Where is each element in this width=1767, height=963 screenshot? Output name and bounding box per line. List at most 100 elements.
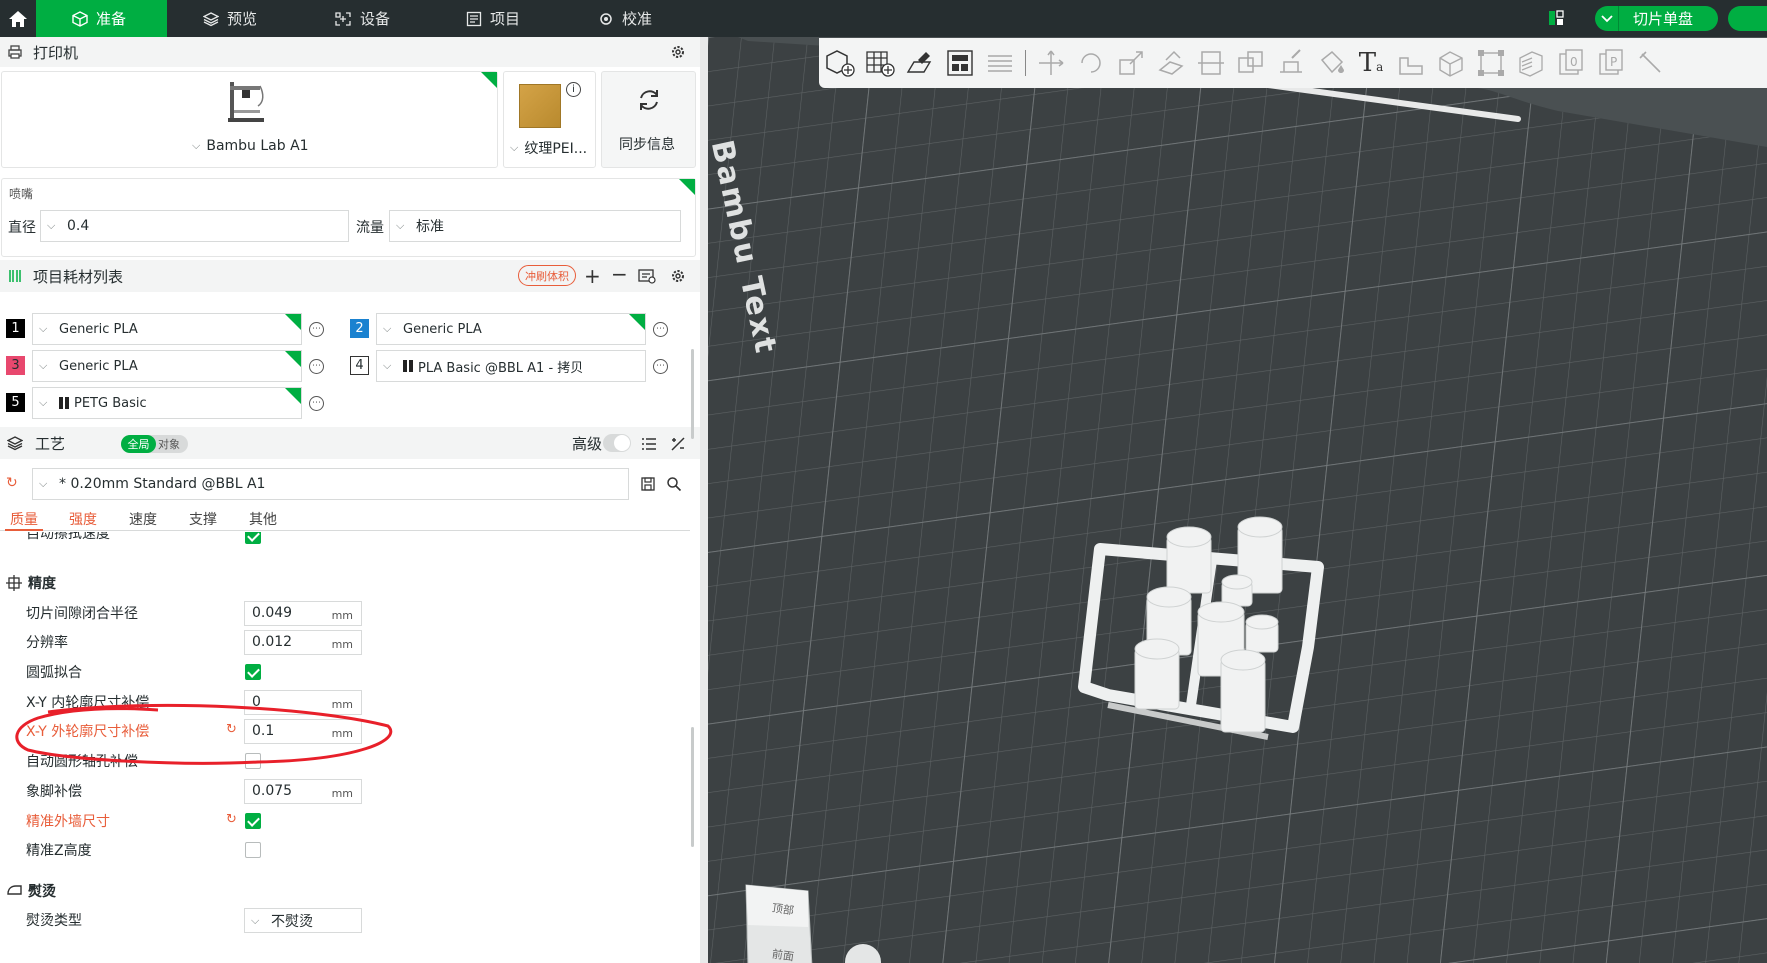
filament-number-badge[interactable]: 4	[350, 356, 369, 375]
toggle-global[interactable]: 全局	[121, 435, 156, 453]
variable-layer-button[interactable]: 0	[1554, 46, 1588, 80]
tab-other[interactable]: 其他	[249, 509, 277, 529]
nozzle-title: 喷嘴	[9, 187, 34, 201]
support-paint-button[interactable]	[1274, 46, 1308, 80]
rotate-button[interactable]	[1074, 46, 1108, 80]
chevron-down-icon: ⌵	[39, 396, 48, 409]
filament-number-badge[interactable]: 1	[6, 319, 25, 338]
ironing-group-title: 熨烫	[28, 884, 56, 900]
precise-wall-checkbox[interactable]	[245, 813, 261, 829]
auto-orient-button[interactable]	[903, 46, 937, 80]
add-filament-icon[interactable]: +	[584, 264, 601, 288]
precise-z-height-checkbox[interactable]	[245, 842, 261, 858]
measure-button[interactable]	[1394, 46, 1428, 80]
add-object-button[interactable]	[823, 46, 857, 80]
list-icon[interactable]	[641, 437, 657, 451]
scrollbar[interactable]	[691, 349, 694, 439]
add-cube-icon	[826, 50, 855, 77]
flush-volume-button[interactable]: 冲刷体积	[518, 265, 576, 286]
global-object-toggle[interactable]: 全局 对象	[121, 435, 188, 453]
layer-view-button[interactable]	[1514, 46, 1548, 80]
text-tool-button[interactable]: Ta	[1354, 46, 1388, 80]
tab-prepare[interactable]: 准备	[36, 0, 167, 37]
scale-button[interactable]	[1114, 46, 1148, 80]
text-tool-icon: Ta	[1358, 48, 1384, 78]
split-plates-button[interactable]	[983, 46, 1017, 80]
elephant-foot-compensation-input[interactable]: 0.075 mm	[244, 779, 362, 804]
more-options-icon[interactable]: ⋯	[653, 322, 668, 337]
arc-fitting-checkbox[interactable]	[245, 664, 261, 680]
nozzle-diameter-select[interactable]: ⌵ 0.4	[40, 210, 349, 242]
plate-settings-button[interactable]: P	[1594, 46, 1628, 80]
chevron-down-icon: ⌵	[192, 139, 201, 152]
gear-icon[interactable]	[670, 268, 686, 284]
tab-preview[interactable]: 预览	[203, 0, 257, 37]
more-tools-button[interactable]	[1634, 46, 1668, 80]
filament-number-badge[interactable]: 5	[6, 393, 25, 412]
printer-card[interactable]: ⌵ Bambu Lab A1	[1, 71, 498, 168]
3d-viewport[interactable]: Bambu Text 顶部 前面	[708, 37, 1767, 963]
checkbox[interactable]	[245, 532, 261, 544]
print-button[interactable]	[1728, 6, 1767, 31]
move-button[interactable]	[1034, 46, 1068, 80]
tab-calibrate[interactable]: 校准	[598, 0, 652, 37]
filament-select[interactable]: ⌵ PLA Basic @BBL A1 - 拷贝	[376, 350, 646, 382]
home-button[interactable]	[0, 0, 36, 37]
layout-toggle[interactable]	[1548, 9, 1564, 31]
tab-support[interactable]: 支撑	[189, 509, 217, 529]
edit-filament-icon[interactable]	[638, 268, 656, 284]
field-value: 0.049	[252, 605, 293, 621]
tab-speed[interactable]: 速度	[129, 509, 157, 529]
save-icon[interactable]	[640, 476, 656, 492]
plate-card[interactable]: i ⌵ 纹理PEI...	[503, 71, 596, 168]
tab-project[interactable]: 项目	[466, 0, 520, 37]
tab-strength[interactable]: 强度	[69, 509, 97, 529]
filament-select[interactable]: ⌵ Generic PLA	[32, 313, 302, 345]
advanced-switch[interactable]	[603, 434, 631, 452]
sync-info-button[interactable]: 同步信息	[601, 71, 696, 168]
compare-icon[interactable]	[670, 436, 686, 452]
filament-select[interactable]: ⌵ PETG Basic	[32, 387, 302, 419]
precision-icon	[6, 575, 22, 591]
setting-label: 分辨率	[26, 635, 68, 651]
filament-select[interactable]: ⌵ Generic PLA	[32, 350, 302, 382]
add-plate-button[interactable]	[863, 46, 897, 80]
filament-select[interactable]: ⌵ Generic PLA	[376, 313, 646, 345]
more-options-icon[interactable]: ⋯	[309, 396, 324, 411]
tab-device[interactable]: 设备	[334, 0, 390, 37]
filament-number-badge[interactable]: 3	[6, 356, 25, 375]
selected-corner-indicator	[481, 72, 497, 88]
more-options-icon[interactable]: ⋯	[309, 359, 324, 374]
search-icon[interactable]	[666, 476, 682, 492]
more-options-icon[interactable]: ⋯	[653, 359, 668, 374]
settings-scroll-area[interactable]: 自动擦拭速度 精度 切片间隙闭合半径 0.049 mm 分辨率 0.012 mm 圆…	[0, 532, 700, 963]
reset-icon[interactable]: ↻	[6, 475, 18, 491]
arrange-button[interactable]	[943, 46, 977, 80]
view-cube[interactable]: 顶部 前面	[736, 877, 826, 963]
paint-bucket-icon	[1320, 50, 1344, 74]
seam-paint-button[interactable]	[1314, 46, 1348, 80]
slice-plate-button[interactable]: 切片单盘	[1595, 6, 1718, 31]
remove-filament-icon[interactable]: −	[611, 262, 628, 286]
process-preset-select[interactable]: ⌵ * 0.20mm Standard @BBL A1	[32, 468, 629, 500]
boolean-button[interactable]	[1234, 46, 1268, 80]
slice-gap-closing-radius-input[interactable]: 0.049 mm	[244, 601, 362, 626]
bounding-box-button[interactable]	[1474, 46, 1508, 80]
nozzle-flow-select[interactable]: ⌵ 标准	[389, 210, 681, 242]
resolution-input[interactable]: 0.012 mm	[244, 630, 362, 655]
ironing-type-select[interactable]: ⌵ 不熨烫	[244, 908, 362, 933]
cut-button[interactable]	[1194, 46, 1228, 80]
lay-on-face-button[interactable]	[1154, 46, 1188, 80]
assembly-button[interactable]	[1434, 46, 1468, 80]
flush-label: 冲刷体积	[525, 269, 569, 283]
info-icon[interactable]: i	[566, 82, 581, 97]
toggle-object[interactable]: 对象	[158, 436, 180, 452]
reset-icon[interactable]: ↻	[226, 812, 237, 827]
chevron-down-icon[interactable]	[1595, 6, 1619, 31]
more-options-icon[interactable]: ⋯	[309, 322, 324, 337]
panel-divider[interactable]	[700, 37, 708, 963]
scrollbar[interactable]	[691, 727, 694, 847]
gear-icon[interactable]	[670, 44, 686, 60]
filament-number-badge[interactable]: 2	[350, 319, 369, 338]
tab-quality[interactable]: 质量	[10, 509, 38, 529]
